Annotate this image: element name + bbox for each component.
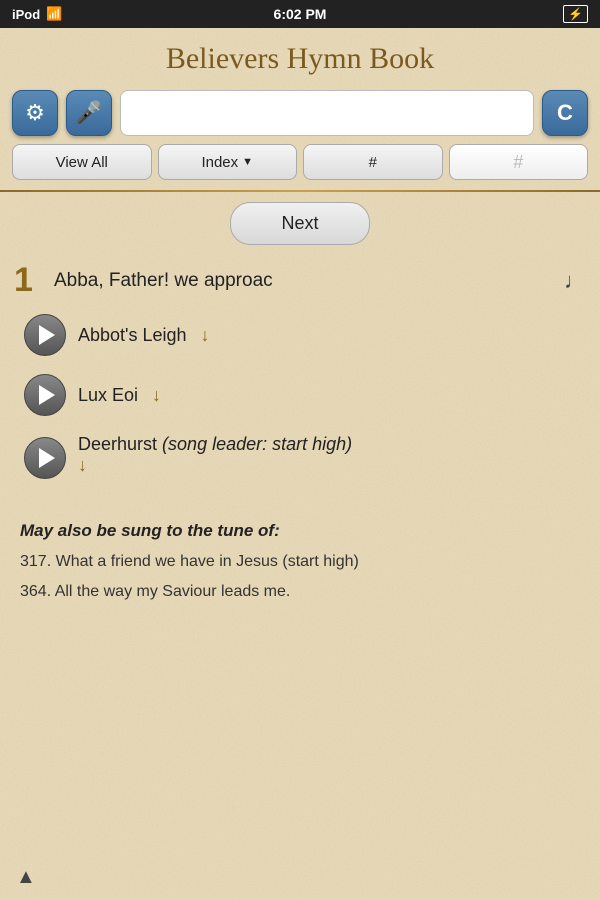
music-note-icon: ♩ (564, 268, 586, 294)
tune-note-2: ↓ (152, 385, 161, 406)
status-time: 6:02 PM (274, 6, 327, 22)
dropdown-icon: ▼ (242, 156, 253, 168)
filter-bar: View All Index ▼ # # (0, 144, 600, 190)
toolbar: ⚙ 🎤 C (0, 86, 600, 144)
play-icon-3 (39, 448, 55, 468)
tune-name-1: Abbot's Leigh (78, 325, 187, 346)
hymn-title-row: 1 Abba, Father! we approac ♩ (14, 261, 586, 300)
play-button-2[interactable] (24, 374, 66, 416)
tune-note-1: ↓ (201, 325, 210, 346)
microphone-button[interactable]: 🎤 (66, 90, 112, 136)
also-sung-title: May also be sung to the tune of: (20, 521, 580, 541)
hash-active-icon: # (513, 152, 523, 173)
hymn-number: 1 (14, 261, 44, 300)
settings-button[interactable]: ⚙ (12, 90, 58, 136)
also-sung-item-1[interactable]: 317. What a friend we have in Jesus (sta… (20, 551, 580, 573)
hymn-title-text[interactable]: Abba, Father! we approac (54, 270, 554, 292)
hymn-entry: 1 Abba, Father! we approac ♩ Abbot's Lei… (0, 261, 600, 507)
play-icon-2 (39, 385, 55, 405)
hash-label: # (369, 154, 377, 171)
device-label: iPod (12, 7, 40, 22)
wifi-icon: 📶 (46, 6, 62, 22)
hash-button[interactable]: # (303, 144, 443, 180)
search-input[interactable] (120, 90, 534, 136)
tune-row-2: Lux Eoi ↓ (14, 374, 586, 416)
also-sung-item-2[interactable]: 364. All the way my Saviour leads me. (20, 581, 580, 603)
also-sung-section: May also be sung to the tune of: 317. Wh… (0, 511, 600, 622)
play-icon-1 (39, 325, 55, 345)
back-button[interactable]: ▲ (16, 866, 36, 889)
next-button-wrap: Next (0, 202, 600, 245)
tune-note-3: ↓ (78, 455, 87, 475)
clear-label: C (557, 100, 573, 126)
status-right: ⚡ (563, 5, 588, 23)
play-button-1[interactable] (24, 314, 66, 356)
settings-icon: ⚙ (25, 100, 45, 126)
tune-name-3: Deerhurst (78, 434, 157, 454)
index-button[interactable]: Index ▼ (158, 144, 298, 180)
tune-name-2: Lux Eoi (78, 385, 138, 406)
section-divider (0, 190, 600, 192)
battery-icon: ⚡ (563, 5, 588, 23)
microphone-icon: 🎤 (75, 100, 102, 126)
status-bar: iPod 📶 6:02 PM ⚡ (0, 0, 600, 28)
next-label: Next (281, 213, 318, 233)
view-all-button[interactable]: View All (12, 144, 152, 180)
tune-text-3: Deerhurst (song leader: start high) ↓ (78, 434, 586, 476)
tune-italic-3: (song leader: start high) (162, 434, 352, 454)
hash-active-display: # (449, 144, 589, 180)
view-all-label: View All (56, 154, 108, 171)
clear-button[interactable]: C (542, 90, 588, 136)
bottom-nav: ▲ (0, 854, 600, 900)
index-label: Index (201, 154, 238, 171)
play-button-3[interactable] (24, 437, 66, 479)
tune-row-3: Deerhurst (song leader: start high) ↓ (14, 434, 586, 479)
tune-row-1: Abbot's Leigh ↓ (14, 314, 586, 356)
status-left: iPod 📶 (12, 6, 62, 22)
app-title: Believers Hymn Book (0, 28, 600, 86)
next-button[interactable]: Next (230, 202, 369, 245)
